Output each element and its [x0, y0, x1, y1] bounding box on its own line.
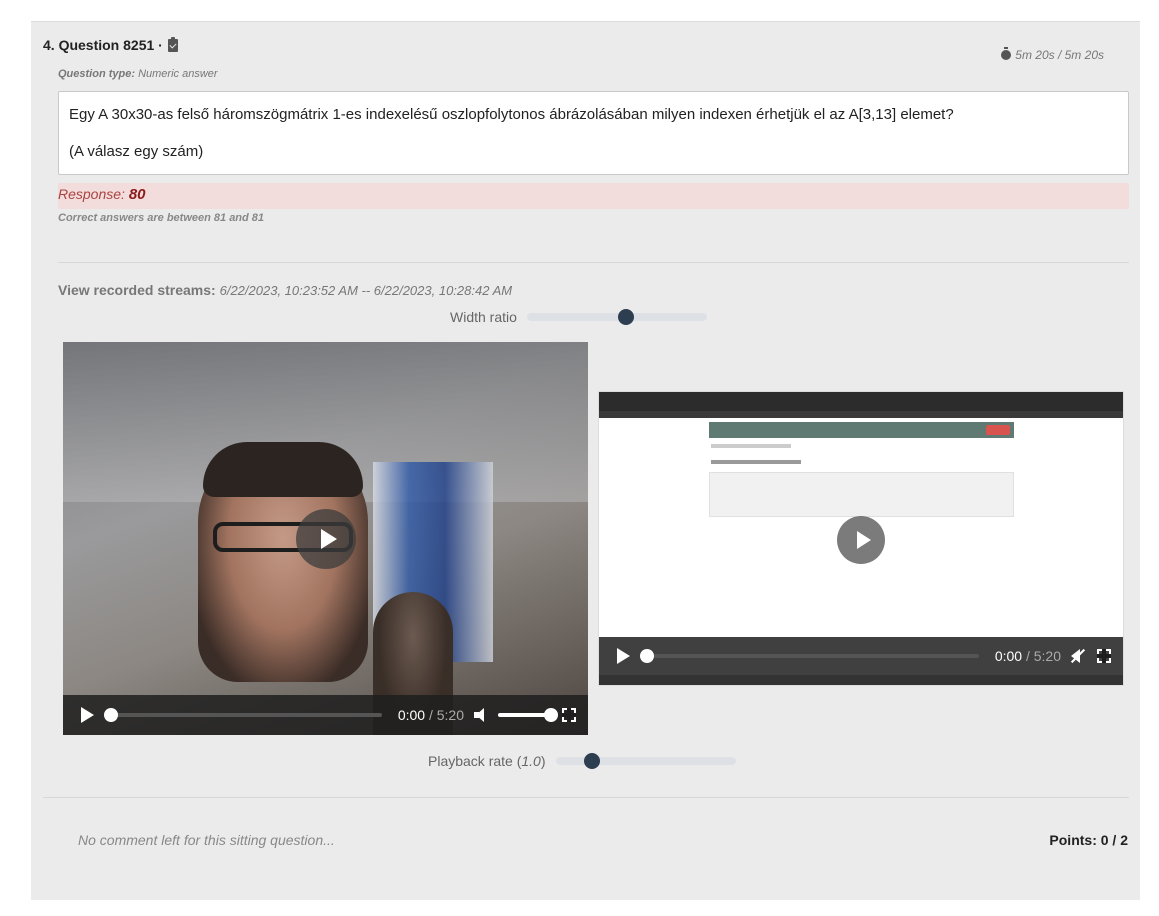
width-ratio-label: Width ratio	[450, 309, 517, 325]
question-header: 4. Question 8251 ·	[43, 36, 178, 53]
points-display: Points: 0 / 2	[1049, 832, 1128, 848]
response-value: 80	[128, 186, 146, 203]
playback-rate-control: Playback rate (1.0)	[428, 753, 736, 769]
question-type: Question type: Numeric answer	[58, 68, 218, 80]
clipboard-check-icon	[167, 36, 178, 52]
question-title: 4. Question 8251 ·	[43, 37, 163, 53]
fullscreen-icon[interactable]	[1097, 649, 1111, 663]
play-icon	[320, 529, 337, 549]
divider	[58, 262, 1129, 263]
screen-video-player[interactable]: 0:00 / 5:20	[598, 391, 1124, 686]
streams-range: 6/22/2023, 10:23:52 AM -- 6/22/2023, 10:…	[219, 283, 513, 298]
play-icon[interactable]	[617, 648, 630, 664]
video-frame-hair	[203, 442, 363, 497]
volume-slider[interactable]	[498, 708, 558, 722]
stopwatch-icon	[1001, 47, 1012, 60]
recorded-streams-header: View recorded streams: 6/22/2023, 10:23:…	[58, 282, 512, 298]
divider	[43, 797, 1129, 798]
video-controls: 0:00 / 5:20	[599, 637, 1123, 675]
video-frame-breadcrumb	[711, 444, 791, 448]
playback-rate-label: Playback rate (1.0)	[428, 753, 546, 769]
seek-bar[interactable]	[104, 708, 382, 722]
play-icon[interactable]	[81, 707, 94, 723]
video-frame-app-nav	[709, 422, 1014, 438]
webcam-video-player[interactable]: 0:00 / 5:20	[63, 342, 588, 735]
streams-label: View recorded streams:	[58, 282, 216, 298]
width-ratio-thumb[interactable]	[617, 309, 634, 325]
video-frame-browser-bar	[599, 392, 1123, 418]
width-ratio-control: Width ratio	[450, 309, 707, 325]
video-frame-taskbar	[599, 675, 1123, 685]
question-text-box: Egy A 30x30-as felső háromszögmátrix 1-e…	[58, 91, 1129, 175]
comment-text: No comment left for this sitting questio…	[78, 832, 335, 848]
question-text: Egy A 30x30-as felső háromszögmátrix 1-e…	[69, 106, 954, 123]
correct-answers-note: Correct answers are between 81 and 81	[58, 212, 265, 224]
fullscreen-icon[interactable]	[562, 708, 576, 722]
volume-icon[interactable]	[474, 708, 488, 722]
seek-bar[interactable]	[640, 649, 979, 663]
video-frame-content-box	[709, 472, 1014, 517]
question-type-label: Question type:	[58, 68, 136, 80]
video-frame-logout-button	[986, 425, 1010, 435]
playback-rate-slider[interactable]	[555, 753, 736, 769]
width-ratio-slider[interactable]	[526, 309, 707, 325]
volume-thumb[interactable]	[544, 708, 558, 722]
timer-text: 5m 20s / 5m 20s	[1015, 48, 1104, 62]
seek-thumb[interactable]	[104, 708, 118, 722]
time-display: 0:00 / 5:20	[994, 648, 1061, 664]
question-hint: (A válasz egy szám)	[69, 143, 204, 160]
time-display: 0:00 / 5:20	[397, 707, 464, 723]
big-play-button[interactable]	[296, 509, 356, 569]
play-icon	[856, 531, 871, 549]
response-box: Response: 80	[58, 183, 1129, 209]
video-controls: 0:00 / 5:20	[63, 695, 588, 735]
question-timer: 5m 20s / 5m 20s	[1001, 47, 1104, 62]
question-card: 4. Question 8251 · 5m 20s / 5m 20s Quest…	[31, 21, 1140, 900]
video-frame-heading	[711, 460, 801, 464]
response-label: Response:	[58, 186, 125, 202]
playback-rate-thumb[interactable]	[583, 753, 600, 769]
question-type-value: Numeric answer	[138, 68, 218, 80]
muted-volume-icon[interactable]	[1071, 649, 1087, 663]
big-play-button[interactable]	[837, 516, 885, 564]
seek-thumb[interactable]	[640, 649, 654, 663]
